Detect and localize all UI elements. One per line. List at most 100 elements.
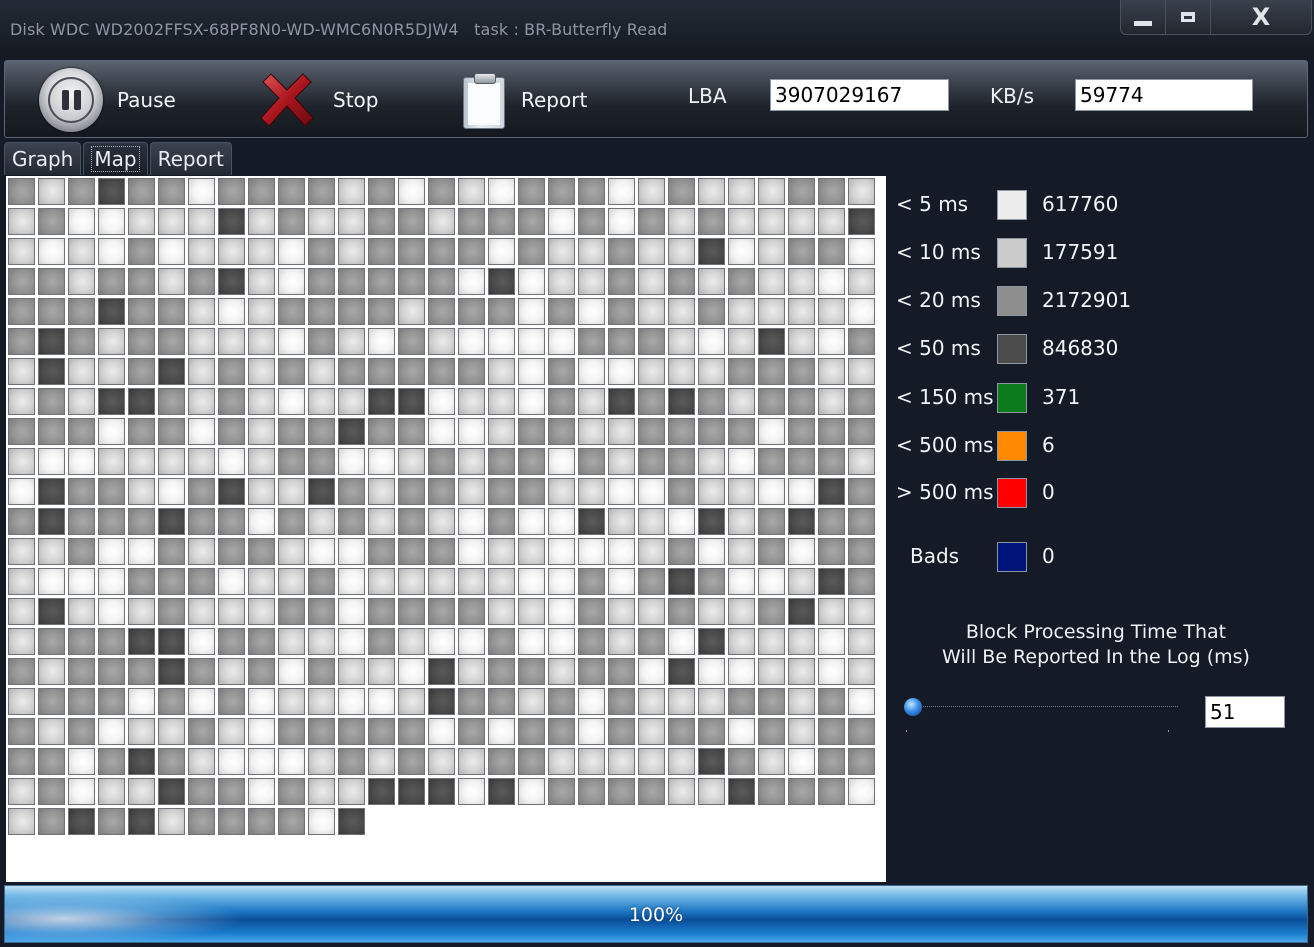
map-block bbox=[338, 628, 365, 655]
map-block bbox=[188, 598, 215, 625]
map-block bbox=[668, 178, 695, 205]
map-block bbox=[188, 388, 215, 415]
map-block bbox=[488, 748, 515, 775]
map-block bbox=[188, 298, 215, 325]
map-block bbox=[218, 568, 245, 595]
map-block bbox=[518, 208, 545, 235]
map-block bbox=[278, 508, 305, 535]
legend-swatch bbox=[997, 478, 1027, 508]
map-block bbox=[788, 238, 815, 265]
map-block bbox=[458, 568, 485, 595]
stop-button[interactable]: Stop bbox=[255, 61, 378, 139]
map-block bbox=[368, 568, 395, 595]
map-block bbox=[788, 598, 815, 625]
map-block bbox=[728, 658, 755, 685]
map-block bbox=[458, 298, 485, 325]
map-block bbox=[818, 448, 845, 475]
map-block bbox=[548, 418, 575, 445]
map-block bbox=[218, 658, 245, 685]
threshold-slider-handle[interactable] bbox=[904, 698, 922, 716]
map-block bbox=[128, 538, 155, 565]
map-block bbox=[638, 448, 665, 475]
map-block bbox=[68, 748, 95, 775]
map-block bbox=[158, 208, 185, 235]
map-block bbox=[668, 568, 695, 595]
kbs-field[interactable]: 59774 bbox=[1075, 79, 1253, 111]
map-block bbox=[398, 508, 425, 535]
map-block bbox=[788, 718, 815, 745]
maximize-button[interactable] bbox=[1165, 0, 1210, 34]
map-block bbox=[158, 388, 185, 415]
map-block bbox=[368, 238, 395, 265]
map-block bbox=[8, 718, 35, 745]
map-block bbox=[368, 478, 395, 505]
map-block bbox=[248, 178, 275, 205]
map-block bbox=[728, 178, 755, 205]
map-block bbox=[128, 238, 155, 265]
minimize-button[interactable] bbox=[1121, 0, 1165, 34]
map-block bbox=[38, 718, 65, 745]
map-block bbox=[458, 328, 485, 355]
map-block bbox=[338, 178, 365, 205]
map-block bbox=[818, 358, 845, 385]
map-block bbox=[818, 298, 845, 325]
map-block bbox=[8, 808, 35, 835]
map-block bbox=[638, 358, 665, 385]
map-block bbox=[518, 238, 545, 265]
map-block bbox=[278, 178, 305, 205]
map-block bbox=[308, 658, 335, 685]
lba-field[interactable]: 3907029167 bbox=[770, 79, 949, 111]
map-block bbox=[188, 568, 215, 595]
map-block bbox=[728, 628, 755, 655]
map-block bbox=[248, 358, 275, 385]
map-block bbox=[518, 568, 545, 595]
map-block bbox=[428, 628, 455, 655]
close-button[interactable]: X bbox=[1210, 0, 1311, 34]
map-block bbox=[98, 628, 125, 655]
map-block bbox=[848, 718, 875, 745]
map-block bbox=[698, 358, 725, 385]
map-block bbox=[488, 658, 515, 685]
tab-report[interactable]: Report bbox=[149, 142, 232, 175]
map-block bbox=[488, 718, 515, 745]
map-block bbox=[398, 238, 425, 265]
map-block bbox=[398, 328, 425, 355]
map-block bbox=[578, 358, 605, 385]
map-block bbox=[128, 268, 155, 295]
legend-count: 2172901 bbox=[1042, 288, 1132, 312]
map-block bbox=[698, 448, 725, 475]
map-block bbox=[308, 508, 335, 535]
threshold-slider[interactable] bbox=[904, 706, 1178, 708]
threshold-input[interactable]: 51 bbox=[1205, 696, 1285, 728]
map-block bbox=[158, 778, 185, 805]
map-block bbox=[818, 238, 845, 265]
map-block bbox=[158, 568, 185, 595]
pause-button[interactable]: Pause bbox=[39, 61, 176, 139]
map-block bbox=[38, 628, 65, 655]
map-block bbox=[8, 658, 35, 685]
map-block bbox=[518, 418, 545, 445]
map-block bbox=[548, 478, 575, 505]
map-block bbox=[488, 208, 515, 235]
map-block bbox=[218, 478, 245, 505]
report-button[interactable]: Report bbox=[461, 61, 587, 139]
map-block bbox=[428, 448, 455, 475]
map-block bbox=[158, 538, 185, 565]
map-block bbox=[488, 448, 515, 475]
map-block bbox=[518, 328, 545, 355]
map-block bbox=[698, 208, 725, 235]
map-block bbox=[398, 178, 425, 205]
map-block bbox=[668, 658, 695, 685]
tab-graph[interactable]: Graph bbox=[4, 142, 82, 175]
map-block bbox=[848, 418, 875, 445]
map-block bbox=[698, 718, 725, 745]
map-block bbox=[368, 388, 395, 415]
map-block bbox=[158, 718, 185, 745]
map-block bbox=[608, 418, 635, 445]
map-block bbox=[278, 448, 305, 475]
map-block bbox=[218, 328, 245, 355]
map-block bbox=[488, 568, 515, 595]
map-block bbox=[428, 388, 455, 415]
tab-map[interactable]: Map bbox=[83, 142, 148, 175]
map-block bbox=[668, 268, 695, 295]
